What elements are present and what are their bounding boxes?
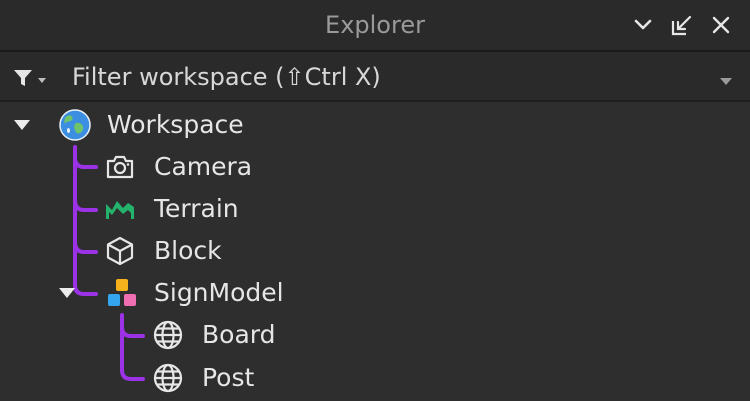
undock-icon bbox=[671, 15, 692, 36]
expand-toggle-signmodel[interactable] bbox=[58, 285, 76, 299]
close-icon bbox=[712, 16, 730, 34]
tree-item-label: Workspace bbox=[107, 110, 244, 139]
tree-item-post[interactable]: Post bbox=[0, 357, 750, 399]
filter-history-dropdown[interactable] bbox=[718, 72, 734, 85]
caret-down-icon bbox=[14, 120, 30, 130]
tree-item-camera[interactable]: Camera bbox=[0, 146, 750, 188]
terrain-icon bbox=[104, 193, 136, 225]
tree-item-label: Post bbox=[202, 363, 255, 392]
expand-toggle-workspace[interactable] bbox=[13, 117, 31, 131]
undock-button[interactable] bbox=[669, 12, 695, 38]
tree-item-signmodel[interactable]: SignModel bbox=[0, 272, 750, 314]
caret-down-icon bbox=[720, 78, 732, 85]
model-icon bbox=[106, 277, 138, 309]
tree-item-label: Board bbox=[202, 320, 276, 349]
globe-icon bbox=[59, 109, 91, 141]
tree-item-workspace[interactable]: Workspace bbox=[0, 104, 750, 146]
tree-item-label: Block bbox=[154, 236, 222, 265]
explorer-tree: Workspace Camera Terrain Block SignModel… bbox=[0, 102, 750, 401]
cube-icon bbox=[104, 235, 136, 267]
tree-item-label: SignModel bbox=[154, 278, 284, 307]
filter-bar bbox=[0, 52, 750, 102]
tree-item-label: Terrain bbox=[154, 194, 239, 223]
tree-item-label: Camera bbox=[154, 152, 253, 181]
explorer-titlebar: Explorer bbox=[0, 0, 750, 52]
globe-outline-icon bbox=[152, 319, 184, 351]
filter-workspace-input[interactable] bbox=[72, 60, 692, 94]
tree-item-board[interactable]: Board bbox=[0, 314, 750, 356]
filter-funnel-icon bbox=[14, 70, 46, 86]
chevron-down-icon bbox=[634, 19, 652, 30]
close-button[interactable] bbox=[708, 12, 734, 38]
camera-icon bbox=[104, 151, 136, 183]
tree-item-terrain[interactable]: Terrain bbox=[0, 188, 750, 230]
collapse-button[interactable] bbox=[630, 12, 656, 38]
caret-down-icon bbox=[59, 288, 75, 298]
filter-menu-button[interactable] bbox=[10, 66, 50, 90]
tree-item-block[interactable]: Block bbox=[0, 230, 750, 272]
globe-outline-icon bbox=[152, 362, 184, 394]
